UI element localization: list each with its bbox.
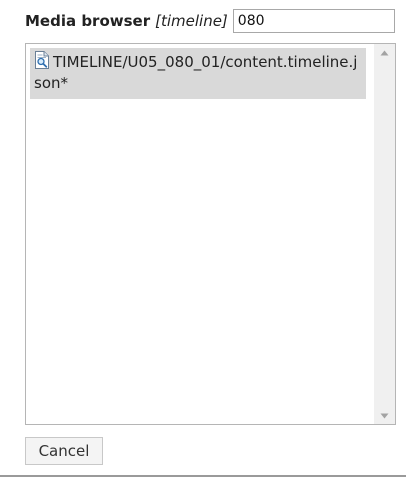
media-browser-dialog: Media browser [timeline] TIMELINE/U05_08…	[0, 0, 406, 477]
scroll-down-arrow-icon[interactable]	[374, 407, 395, 424]
search-input[interactable]	[232, 9, 395, 33]
results-list[interactable]: TIMELINE/U05_080_01/content.timeline.jso…	[25, 43, 396, 425]
cancel-button[interactable]: Cancel	[25, 437, 103, 465]
document-search-icon	[34, 51, 50, 69]
dialog-header: Media browser [timeline]	[25, 8, 397, 34]
dialog-title-context: [timeline]	[155, 12, 228, 30]
list-item-label: TIMELINE/U05_080_01/content.timeline.jso…	[34, 53, 358, 92]
list-item-selected[interactable]: TIMELINE/U05_080_01/content.timeline.jso…	[30, 48, 366, 99]
vertical-scrollbar[interactable]	[374, 44, 395, 424]
dialog-title: Media browser	[25, 12, 151, 30]
scroll-up-arrow-icon[interactable]	[374, 44, 395, 61]
